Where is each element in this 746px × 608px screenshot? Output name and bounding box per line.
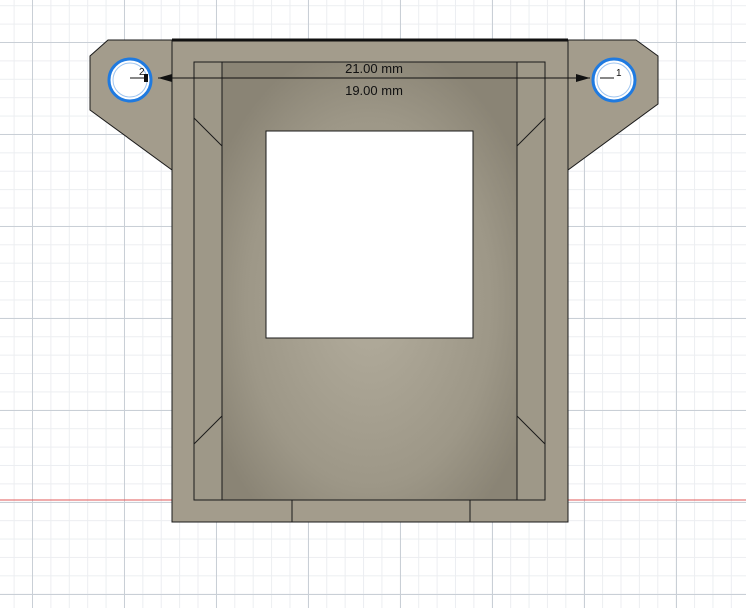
left-marker-number: 2 <box>139 67 145 78</box>
left-point-marker[interactable]: 2 <box>107 57 153 103</box>
sketch-canvas[interactable]: 21.00 mm 19.00 mm 2 1 <box>0 0 746 608</box>
right-point-marker[interactable]: 1 <box>591 57 637 103</box>
window-cutout[interactable] <box>265 130 474 339</box>
right-marker-number: 1 <box>616 68 622 79</box>
dimension-inner-label[interactable]: 19.00 mm <box>345 83 403 98</box>
sketch-drawing[interactable]: 21.00 mm 19.00 mm 2 1 <box>0 0 746 608</box>
dimension-outer-label[interactable]: 21.00 mm <box>345 61 403 76</box>
